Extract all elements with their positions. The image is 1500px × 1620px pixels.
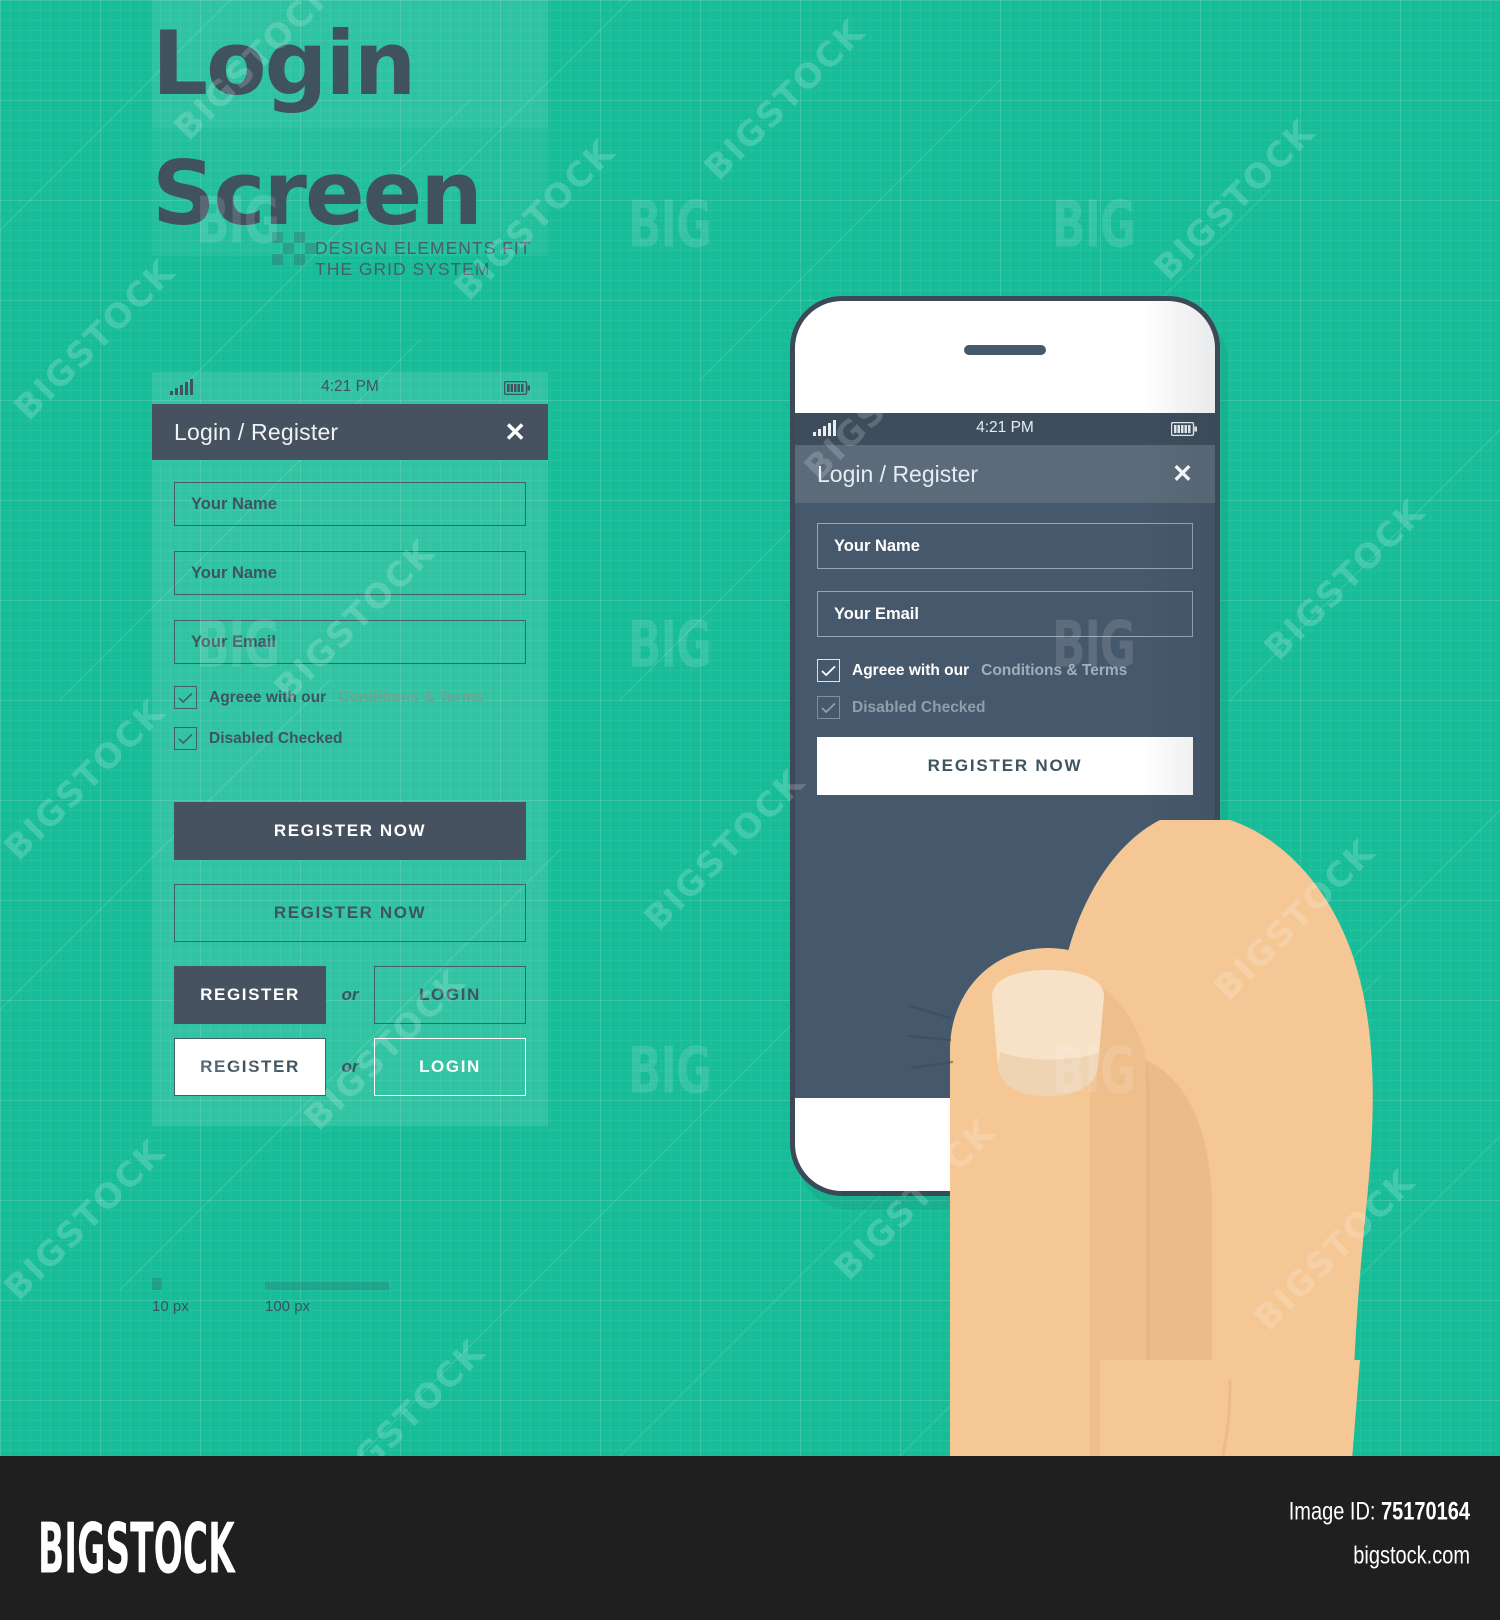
phone-register-now-button[interactable]: REGISTER NOW — [817, 737, 1193, 795]
name-field-1[interactable]: Your Name — [174, 482, 526, 526]
checkmark-icon — [817, 696, 840, 719]
login-outline-white-button[interactable]: LOGIN — [374, 1038, 526, 1096]
phone-screen: 4:21 PM Login / Register ✕ Your Name You… — [795, 413, 1215, 1098]
flat-form-body: Your Name Your Name Your Email Agreee wi… — [152, 460, 548, 772]
battery-full-icon — [1171, 422, 1197, 436]
close-icon[interactable]: ✕ — [1172, 461, 1193, 487]
watermark-big: BIG — [1052, 188, 1136, 263]
phone-disabled-checkbox-label: Disabled Checked — [852, 698, 986, 716]
or-separator: or — [341, 985, 359, 1004]
scale-label-10px: 10 px — [152, 1298, 189, 1315]
phone-email-field[interactable]: Your Email — [817, 591, 1193, 637]
watermark-diagonal: BIGSTOCK — [1146, 111, 1324, 289]
bigstock-url: bigstock.com — [1353, 1542, 1470, 1570]
watermark-big: BIG — [628, 1034, 712, 1109]
watermark-big: BIG — [628, 188, 712, 263]
email-field[interactable]: Your Email — [174, 620, 526, 664]
flat-app-bar: Login / Register ✕ — [152, 404, 548, 460]
page-title-line2: Screen — [152, 142, 483, 245]
flat-buttons-zone: REGISTER NOW REGISTER NOW REGISTER or LO… — [152, 772, 548, 1126]
phone-email-field-placeholder: Your Email — [834, 604, 919, 623]
flat-status-bar: 4:21 PM — [152, 372, 548, 404]
page-subtitle: DESIGN ELEMENTS FIT THE GRID SYSTEM — [315, 238, 532, 279]
app-bar-title: Login / Register — [174, 418, 339, 445]
register-now-solid-button[interactable]: REGISTER NOW — [174, 802, 526, 860]
image-id-value: 75170164 — [1381, 1498, 1470, 1526]
checkmark-icon[interactable] — [174, 686, 197, 709]
watermark-diagonal: BIGSTOCK — [0, 691, 174, 869]
smartphone-device: 4:21 PM Login / Register ✕ Your Name You… — [790, 296, 1220, 1196]
close-icon[interactable]: ✕ — [504, 419, 526, 445]
phone-form-body: Your Name Your Email Agreee with our Con… — [795, 503, 1215, 795]
scale-label-100px: 100 px — [265, 1298, 311, 1315]
phone-terms-checkbox-label: Agreee with our — [852, 661, 970, 679]
register-or-login-row-white: REGISTER or LOGIN — [174, 1038, 526, 1096]
checkmark-icon — [174, 727, 197, 750]
phone-disabled-checkbox-row: Disabled Checked — [817, 696, 1193, 719]
phone-in-hand-illustration: 4:21 PM Login / Register ✕ Your Name You… — [760, 280, 1500, 1456]
name-field-2[interactable]: Your Name — [174, 551, 526, 595]
phone-name-field-placeholder: Your Name — [834, 536, 920, 555]
bigstock-logo: BIGSTOCK — [38, 1508, 235, 1589]
register-or-login-row-dark: REGISTER or LOGIN — [174, 966, 526, 1024]
battery-full-icon — [504, 381, 530, 395]
disabled-checkbox-row: Disabled Checked — [174, 727, 526, 750]
artboard-canvas: Login Screen DESIGN ELEMENTS FIT THE GRI… — [0, 0, 1500, 1456]
watermark-diagonal: BIGSTOCK — [0, 1131, 174, 1309]
status-time: 4:21 PM — [976, 419, 1034, 436]
phone-terms-link-label[interactable]: Conditions & Terms — [981, 662, 1127, 680]
phone-home-button[interactable] — [978, 1115, 1032, 1169]
phone-speaker — [964, 345, 1046, 355]
phone-terms-checkbox-row[interactable]: Agreee with our Conditions & Terms — [817, 659, 1193, 682]
status-time: 4:21 PM — [321, 378, 379, 395]
login-outline-button[interactable]: LOGIN — [374, 966, 526, 1024]
bigstock-footer: BIGSTOCK Image ID: 75170164 bigstock.com — [0, 1456, 1500, 1620]
email-field-placeholder: Your Email — [191, 632, 276, 651]
name-field-2-placeholder: Your Name — [191, 563, 277, 582]
terms-link-label[interactable]: Conditions & Terms — [338, 689, 484, 707]
flat-ui-kit-mockup: 4:21 PM Login / Register ✕ Your Name You… — [152, 372, 548, 1126]
scale-bar-100px — [265, 1282, 389, 1290]
register-white-button[interactable]: REGISTER — [174, 1038, 326, 1096]
scale-bar-10px — [152, 1278, 162, 1290]
register-now-outline-button[interactable]: REGISTER NOW — [174, 884, 526, 942]
page-title-line1: Login — [152, 12, 416, 115]
checker-pattern-icon — [272, 232, 316, 265]
image-id-label: Image ID: — [1288, 1498, 1376, 1526]
phone-app-bar: Login / Register ✕ — [795, 445, 1215, 503]
or-separator: or — [341, 1057, 359, 1076]
watermark-diagonal: BIGSTOCK — [696, 11, 874, 189]
phone-name-field[interactable]: Your Name — [817, 523, 1193, 569]
watermark-big: BIG — [628, 608, 712, 683]
disabled-checkbox-label: Disabled Checked — [209, 729, 343, 747]
image-id-text: Image ID: 75170164 — [1289, 1498, 1470, 1527]
register-solid-button[interactable]: REGISTER — [174, 966, 326, 1024]
name-field-1-placeholder: Your Name — [191, 494, 277, 513]
phone-status-bar: 4:21 PM — [795, 413, 1215, 445]
terms-checkbox-row[interactable]: Agreee with our Conditions & Terms — [174, 686, 526, 709]
app-bar-title: Login / Register — [817, 460, 979, 487]
terms-checkbox-label: Agreee with our — [209, 688, 327, 706]
checkmark-icon[interactable] — [817, 659, 840, 682]
watermark-diagonal: BIGSTOCK — [316, 1331, 494, 1456]
